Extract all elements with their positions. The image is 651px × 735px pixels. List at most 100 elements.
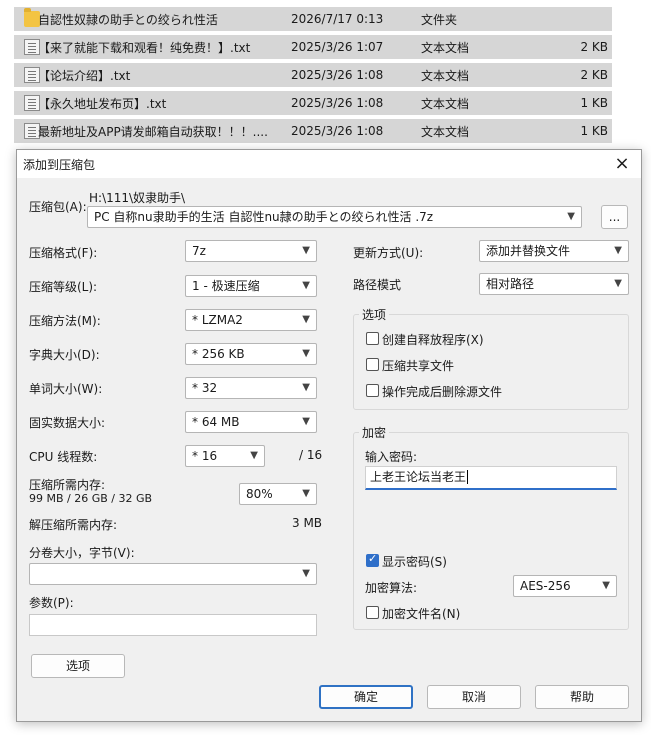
enc-method-value: AES-256 [520, 579, 571, 593]
encrypt-names-label[interactable]: 加密文件名(N) [382, 605, 460, 622]
method-value: * LZMA2 [192, 313, 243, 327]
text-cursor [467, 470, 469, 484]
params-label: 参数(P): [29, 596, 74, 610]
file-name: 【来了就能下载和观看！纯免费！】.txt [38, 40, 251, 55]
cancel-button[interactable]: 取消 [427, 685, 521, 709]
file-size: 1 KB [580, 124, 608, 138]
password-input[interactable]: 上老王论坛当老王 [365, 466, 617, 490]
archive-path: H:\111\奴隶助手\ [89, 191, 186, 205]
file-date: 2025/3/26 1:07 [291, 40, 384, 54]
chevron-down-icon: ▼ [302, 568, 310, 579]
add-to-archive-dialog: 添加到压缩包 × 压缩包(A): H:\111\奴隶助手\ PC 自称nu隶助手… [16, 149, 642, 722]
help-button[interactable]: 帮助 [535, 685, 629, 709]
chevron-down-icon: ▼ [602, 580, 610, 591]
browse-button[interactable]: ... [601, 205, 628, 229]
file-type: 文本文档 [421, 40, 470, 55]
format-select[interactable]: 7z ▼ [185, 240, 317, 262]
path-label: 路径模式 [353, 278, 402, 292]
delete-label[interactable]: 操作完成后删除源文件 [382, 383, 502, 400]
file-row[interactable]: 自認性奴隷の助手との绞られ性活 2026/7/17 0:13 文件夹 [14, 7, 612, 31]
enc-method-label: 加密算法: [365, 581, 418, 595]
path-value: 相对路径 [486, 277, 535, 291]
close-icon[interactable]: × [611, 153, 633, 175]
file-name: 【论坛介绍】.txt [38, 68, 131, 83]
file-row[interactable]: 【永久地址发布页】.txt 2025/3/26 1:08 文本文档 1 KB [14, 91, 612, 115]
dict-value: * 256 KB [192, 347, 245, 361]
mem-percent-value: 80% [246, 487, 273, 501]
file-row[interactable]: 【论坛介绍】.txt 2025/3/26 1:08 文本文档 2 KB [14, 63, 612, 87]
shared-checkbox[interactable] [366, 358, 379, 371]
file-name: 【永久地址发布页】.txt [38, 96, 167, 111]
path-select[interactable]: 相对路径 ▼ [479, 273, 629, 295]
enc-method-select[interactable]: AES-256 ▼ [513, 575, 617, 597]
update-value: 添加并替换文件 [486, 244, 571, 258]
level-select[interactable]: 1 - 极速压缩 ▼ [185, 275, 317, 297]
archive-name-value: PC 自称nu隶助手的生活 自認性nu隷の助手との绞られ性活 .7z [94, 210, 434, 224]
cpu-label: CPU 线程数: [29, 450, 98, 464]
chevron-down-icon: ▼ [302, 382, 310, 393]
decomp-value: 3 MB [292, 516, 323, 530]
dict-label: 字典大小(D): [29, 348, 100, 362]
method-label: 压缩方法(M): [29, 314, 101, 328]
chevron-down-icon: ▼ [302, 416, 310, 427]
password-label: 输入密码: [365, 450, 418, 464]
chevron-down-icon: ▼ [250, 450, 258, 461]
chevron-down-icon: ▼ [614, 278, 622, 289]
update-select[interactable]: 添加并替换文件 ▼ [479, 240, 629, 262]
file-date: 2025/3/26 1:08 [291, 68, 384, 82]
cpu-value: * 16 [192, 449, 218, 463]
file-type: 文本文档 [421, 68, 470, 83]
file-type: 文件夹 [421, 12, 458, 27]
mem-label: 压缩所需内存: [29, 478, 106, 492]
file-name: 自認性奴隷の助手との绞られ性活 [38, 12, 218, 27]
cpu-max: / 16 [299, 448, 323, 462]
chevron-down-icon: ▼ [302, 280, 310, 291]
params-input[interactable] [29, 614, 317, 636]
show-password-checkbox[interactable] [366, 552, 379, 567]
level-value: 1 - 极速压缩 [192, 279, 260, 293]
mem-percent-select[interactable]: 80% ▼ [239, 483, 317, 505]
options-button[interactable]: 选项 [31, 654, 125, 678]
file-date: 2026/7/17 0:13 [291, 12, 384, 26]
decomp-label: 解压缩所需内存: [29, 518, 118, 532]
ok-button[interactable]: 确定 [319, 685, 413, 709]
delete-checkbox[interactable] [366, 384, 379, 397]
level-label: 压缩等级(L): [29, 280, 98, 294]
file-row[interactable]: 【来了就能下载和观看！纯免费！】.txt 2025/3/26 1:07 文本文档… [14, 35, 612, 59]
chevron-down-icon: ▼ [567, 211, 575, 222]
sfx-checkbox[interactable] [366, 332, 379, 345]
chevron-down-icon: ▼ [302, 314, 310, 325]
file-size: 2 KB [580, 68, 608, 82]
format-value: 7z [192, 244, 206, 258]
file-size: 2 KB [580, 40, 608, 54]
title-bar[interactable]: 添加到压缩包 × [17, 150, 641, 178]
split-label: 分卷大小，字节(V): [29, 546, 135, 560]
mem-detail: 99 MB / 26 GB / 32 GB [29, 492, 153, 505]
solid-label: 固实数据大小: [29, 416, 106, 430]
chevron-down-icon: ▼ [302, 245, 310, 256]
show-password-label[interactable]: 显示密码(S) [382, 553, 447, 570]
file-date: 2025/3/26 1:08 [291, 124, 384, 138]
method-select[interactable]: * LZMA2 ▼ [185, 309, 317, 331]
file-type: 文本文档 [421, 124, 470, 139]
file-date: 2025/3/26 1:08 [291, 96, 384, 110]
encrypt-group-label: 加密 [359, 424, 390, 441]
sfx-label[interactable]: 创建自释放程序(X) [382, 331, 484, 348]
file-row[interactable]: 最新地址及APP请发邮箱自动获取！！！.... 2025/3/26 1:08 文… [14, 119, 612, 143]
chevron-down-icon: ▼ [302, 348, 310, 359]
password-value: 上老王论坛当老王 [370, 470, 467, 484]
encrypt-names-checkbox[interactable] [366, 606, 379, 619]
dialog-title: 添加到压缩包 [23, 158, 96, 172]
archive-name-combo[interactable]: PC 自称nu隶助手的生活 自認性nu隷の助手との绞られ性活 .7z ▼ [87, 206, 582, 228]
cpu-select[interactable]: * 16 ▼ [185, 445, 265, 467]
options-group-label: 选项 [359, 306, 390, 323]
solid-select[interactable]: * 64 MB ▼ [185, 411, 317, 433]
dict-select[interactable]: * 256 KB ▼ [185, 343, 317, 365]
update-label: 更新方式(U): [353, 246, 424, 260]
chevron-down-icon: ▼ [302, 488, 310, 499]
chevron-down-icon: ▼ [614, 245, 622, 256]
solid-value: * 64 MB [192, 415, 240, 429]
shared-label[interactable]: 压缩共享文件 [382, 357, 454, 374]
split-select[interactable]: ▼ [29, 563, 317, 585]
word-select[interactable]: * 32 ▼ [185, 377, 317, 399]
